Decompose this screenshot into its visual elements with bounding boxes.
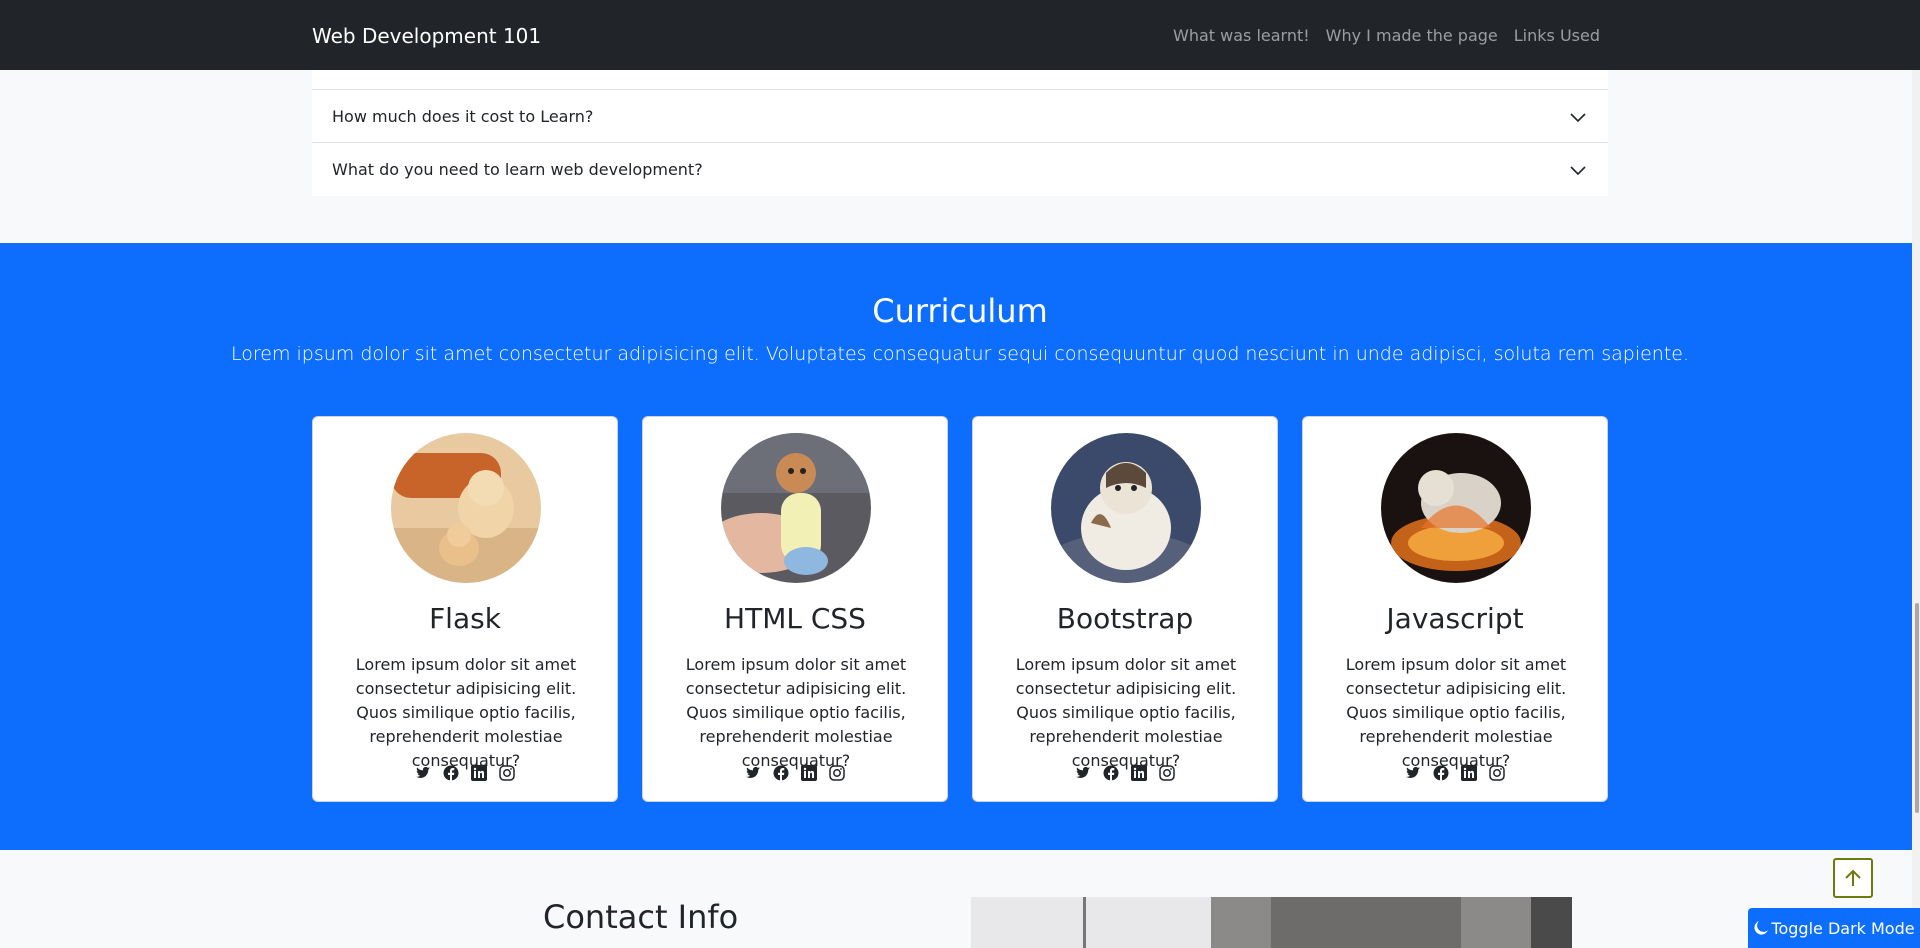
instagram-icon[interactable] (499, 765, 515, 781)
nav-link-why-i-made-the-page[interactable]: Why I made the page (1326, 26, 1498, 45)
instagram-icon[interactable] (1489, 765, 1505, 781)
card-row: Flask Lorem ipsum dolor sit amet consect… (312, 416, 1608, 802)
section-lead: Lorem ipsum dolor sit amet consectetur a… (230, 343, 1690, 365)
contact-title: Contact Info (543, 898, 739, 936)
twitter-icon[interactable] (1405, 765, 1421, 781)
toggle-dark-mode-label: Toggle Dark Mode (1771, 918, 1915, 938)
chevron-down-icon (1570, 113, 1586, 123)
card-title: Bootstrap (1056, 602, 1194, 635)
twitter-icon[interactable] (1075, 765, 1091, 781)
section-title: Curriculum (872, 292, 1048, 330)
toggle-dark-mode-button[interactable]: Toggle Dark Mode (1748, 908, 1920, 948)
nav-links: What was learnt! Why I made the page Lin… (1173, 26, 1600, 45)
facebook-icon[interactable] (443, 765, 459, 781)
social-links (1303, 765, 1607, 781)
arrow-up-icon (1845, 869, 1861, 886)
accordion-item-cost[interactable]: How much does it cost to Learn? (312, 90, 1608, 143)
twitter-icon[interactable] (415, 765, 431, 781)
card-title: Flask (429, 602, 501, 635)
card-text: Lorem ipsum dolor sit amet consectetur a… (1345, 655, 1567, 770)
curriculum-card-javascript: Javascript Lorem ipsum dolor sit amet co… (1302, 416, 1608, 802)
accordion-item-partial[interactable] (312, 70, 1608, 90)
nav-link-what-was-learnt[interactable]: What was learnt! (1173, 26, 1310, 45)
back-to-top-button[interactable] (1833, 858, 1873, 898)
instagram-icon[interactable] (1159, 765, 1175, 781)
curriculum-card-flask: Flask Lorem ipsum dolor sit amet consect… (312, 416, 618, 802)
card-title: HTML CSS (724, 602, 866, 635)
curriculum-card-html-css: HTML CSS Lorem ipsum dolor sit amet cons… (642, 416, 948, 802)
card-text: Lorem ipsum dolor sit amet consectetur a… (685, 655, 907, 770)
scrollbar[interactable] (1912, 0, 1920, 948)
card-text: Lorem ipsum dolor sit amet consectetur a… (355, 655, 577, 770)
instagram-icon[interactable] (829, 765, 845, 781)
faq-accordion: How much does it cost to Learn? What do … (312, 70, 1608, 196)
contact-image (971, 897, 1572, 948)
card-title: Javascript (1386, 602, 1524, 635)
card-image (721, 433, 871, 583)
card-text: Lorem ipsum dolor sit amet consectetur a… (1015, 655, 1237, 770)
accordion-item-requirements[interactable]: What do you need to learn web developmen… (312, 143, 1608, 196)
social-links (973, 765, 1277, 781)
card-image (1051, 433, 1201, 583)
accordion-question: What do you need to learn web developmen… (332, 160, 703, 179)
accordion-question: How much does it cost to Learn? (332, 106, 594, 126)
facebook-icon[interactable] (1103, 765, 1119, 781)
social-links (313, 765, 617, 781)
social-links (643, 765, 947, 781)
linkedin-icon[interactable] (1461, 765, 1477, 781)
curriculum-section: Curriculum Lorem ipsum dolor sit amet co… (0, 243, 1920, 850)
facebook-icon[interactable] (773, 765, 789, 781)
twitter-icon[interactable] (745, 765, 761, 781)
facebook-icon[interactable] (1433, 765, 1449, 781)
curriculum-card-bootstrap: Bootstrap Lorem ipsum dolor sit amet con… (972, 416, 1278, 802)
card-image (391, 433, 541, 583)
linkedin-icon[interactable] (1131, 765, 1147, 781)
navbar: Web Development 101 What was learnt! Why… (0, 0, 1920, 70)
moon-icon (1754, 921, 1769, 935)
card-image (1381, 433, 1531, 583)
scrollbar-thumb[interactable] (1915, 603, 1919, 813)
linkedin-icon[interactable] (801, 765, 817, 781)
chevron-down-icon (1570, 166, 1586, 176)
navbar-brand[interactable]: Web Development 101 (312, 24, 541, 48)
nav-link-links-used[interactable]: Links Used (1514, 26, 1600, 45)
linkedin-icon[interactable] (471, 765, 487, 781)
